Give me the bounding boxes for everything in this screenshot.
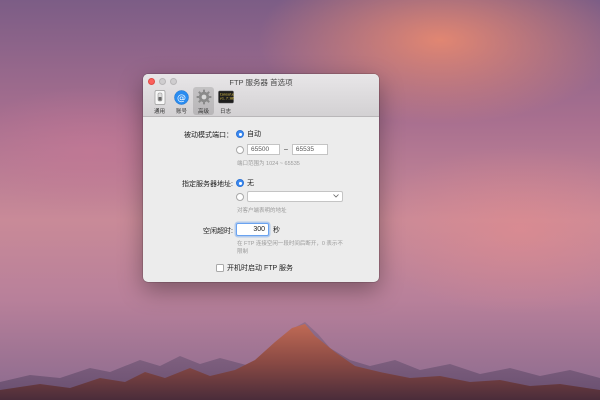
passive-port-range-option[interactable]: 65500 – 65535 (236, 144, 328, 155)
svg-text:v1.7:06: v1.7:06 (219, 96, 233, 100)
at-sign-icon: @ (174, 89, 190, 105)
preferences-toolbar: 通用 @ 账号 高级 Console v1.7:06 日志 (149, 87, 236, 115)
tab-accounts[interactable]: @ 账号 (171, 87, 192, 115)
chevron-down-icon (333, 193, 339, 200)
server-address-custom-radio[interactable] (236, 192, 244, 201)
idle-timeout-hint: 在 FTP 连接空闲一段时间后断开，0 表示不 限制 (237, 241, 343, 255)
server-address-custom-option[interactable] (236, 191, 343, 202)
port-range-separator: – (284, 146, 288, 153)
idle-timeout-input[interactable]: 300 (236, 223, 269, 236)
passive-port-auto-option[interactable]: 自动 (236, 129, 261, 139)
passive-port-auto-label: 自动 (247, 131, 261, 138)
server-address-hint: 对客户端表明的地址 (237, 208, 287, 214)
console-icon: Console v1.7:06 (217, 89, 234, 105)
preferences-window: FTP 服务器 首选项 通用 @ 账号 高级 Console v1.7:06 日… (143, 74, 379, 282)
startup-option[interactable]: 开机时启动 FTP 服务 (216, 263, 293, 273)
server-address-label: 指定服务器地址: (182, 181, 233, 188)
mountain-range-wallpaper (0, 322, 600, 400)
idle-timeout-row: 300 秒 (236, 223, 280, 236)
server-address-none-radio[interactable] (236, 179, 244, 187)
passive-port-range-radio[interactable] (236, 145, 244, 154)
server-address-select[interactable] (247, 191, 343, 202)
server-address-none-option[interactable]: 无 (236, 178, 254, 188)
gear-icon (196, 89, 212, 105)
switch-icon (152, 89, 168, 105)
port-range-end-input[interactable]: 65535 (291, 144, 328, 155)
tab-accounts-label: 账号 (175, 109, 187, 115)
port-range-start-input[interactable]: 65500 (247, 144, 280, 155)
server-address-none-label: 无 (247, 180, 254, 187)
passive-port-hint: 端口范围为 1024 ~ 65535 (237, 161, 300, 167)
svg-text:@: @ (177, 93, 186, 103)
tab-advanced-label: 高级 (197, 109, 209, 115)
startup-label: 开机时启动 FTP 服务 (227, 265, 293, 272)
passive-port-auto-radio[interactable] (236, 130, 244, 138)
tab-general[interactable]: 通用 (149, 87, 170, 115)
idle-timeout-unit: 秒 (273, 226, 280, 234)
idle-timeout-label: 空闲超时: (203, 228, 233, 235)
tab-log[interactable]: Console v1.7:06 日志 (215, 87, 236, 115)
tab-log-label: 日志 (219, 109, 231, 115)
tab-advanced[interactable]: 高级 (193, 87, 214, 115)
passive-port-label: 被动模式端口： (184, 132, 233, 139)
startup-checkbox[interactable] (216, 264, 224, 272)
title-bar: FTP 服务器 首选项 通用 @ 账号 高级 Console v1.7:06 日… (143, 74, 379, 117)
tab-general-label: 通用 (153, 109, 165, 115)
advanced-settings-panel: 被动模式端口： 自动 65500 – 65535 端口范围为 1024 ~ 65… (143, 117, 379, 282)
